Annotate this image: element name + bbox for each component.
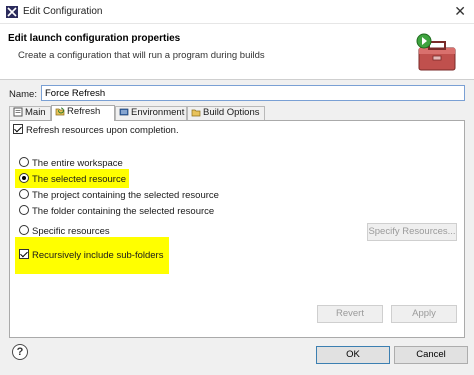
- tab-build-options[interactable]: Build Options: [187, 106, 265, 120]
- tab-main[interactable]: Main: [9, 106, 51, 120]
- edit-configuration-dialog: Edit Configuration ✕ Edit launch configu…: [0, 0, 474, 375]
- option-specific-resources-radio[interactable]: [19, 225, 29, 235]
- option-entire-workspace[interactable]: The entire workspace: [19, 157, 123, 170]
- tab-environment[interactable]: Environment: [115, 106, 187, 120]
- close-icon[interactable]: ✕: [454, 4, 466, 18]
- option-specific-resources[interactable]: Specific resources: [19, 225, 110, 238]
- recursive-checkbox[interactable]: [19, 249, 29, 259]
- ok-button[interactable]: OK: [316, 346, 390, 364]
- specify-resources-button[interactable]: Specify Resources...: [367, 223, 457, 241]
- option-project-label: The project containing the selected reso…: [32, 190, 219, 201]
- recursive-row[interactable]: Recursively include sub-folders: [19, 249, 163, 262]
- tab-environment-label: Environment: [131, 107, 185, 118]
- main-tab-icon: [13, 107, 23, 117]
- option-entire-workspace-radio[interactable]: [19, 157, 29, 167]
- option-selected-resource-radio[interactable]: [19, 173, 29, 183]
- option-specific-resources-label: Specific resources: [32, 226, 110, 237]
- option-entire-workspace-label: The entire workspace: [32, 158, 123, 169]
- tab-refresh-label: Refresh: [67, 106, 101, 117]
- option-project[interactable]: The project containing the selected reso…: [19, 189, 219, 202]
- revert-button[interactable]: Revert: [317, 305, 383, 323]
- recursive-label: Recursively include sub-folders: [32, 250, 164, 261]
- option-folder-radio[interactable]: [19, 205, 29, 215]
- dialog-header: Edit launch configuration properties Cre…: [0, 24, 474, 80]
- option-folder[interactable]: The folder containing the selected resou…: [19, 205, 214, 218]
- window-title: Edit Configuration: [23, 6, 103, 17]
- header-title: Edit launch configuration properties: [8, 33, 181, 44]
- apply-button[interactable]: Apply: [391, 305, 457, 323]
- header-description: Create a configuration that will run a p…: [18, 50, 265, 61]
- refresh-upon-completion-label: Refresh resources upon completion.: [26, 125, 179, 136]
- toolbox-run-icon: [416, 33, 456, 71]
- environment-tab-icon: [119, 108, 129, 116]
- eclipse-app-icon: [6, 6, 18, 18]
- tab-build-options-label: Build Options: [203, 107, 260, 118]
- cancel-button[interactable]: Cancel: [394, 346, 468, 364]
- name-input[interactable]: [41, 85, 465, 101]
- title-bar: Edit Configuration ✕: [0, 0, 474, 24]
- option-folder-label: The folder containing the selected resou…: [32, 206, 215, 217]
- option-selected-resource-label: The selected resource: [32, 174, 126, 185]
- refresh-tab-icon: [55, 107, 65, 116]
- option-project-radio[interactable]: [19, 189, 29, 199]
- option-selected-resource[interactable]: The selected resource: [19, 173, 126, 186]
- help-icon[interactable]: ?: [12, 344, 28, 360]
- refresh-panel: Refresh resources upon completion. The e…: [9, 120, 465, 338]
- build-options-tab-icon: [191, 109, 201, 117]
- name-label: Name:: [9, 89, 37, 100]
- refresh-upon-completion-checkbox[interactable]: [13, 124, 23, 134]
- tab-refresh[interactable]: Refresh: [51, 105, 115, 121]
- refresh-upon-completion-row[interactable]: Refresh resources upon completion.: [13, 124, 179, 137]
- tab-main-label: Main: [25, 107, 46, 118]
